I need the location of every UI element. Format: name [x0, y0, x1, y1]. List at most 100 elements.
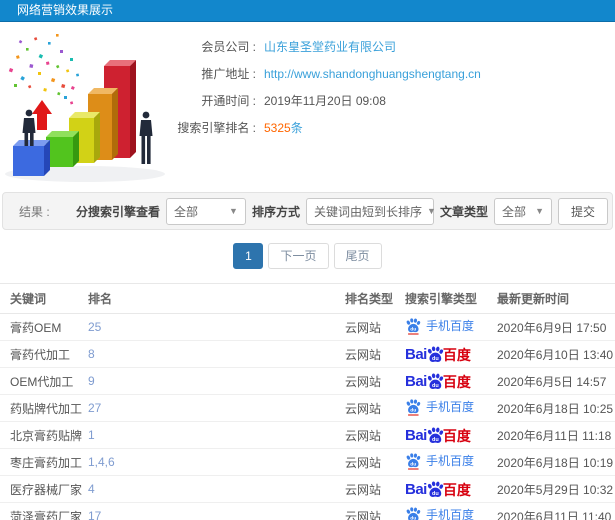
businessman-right: [139, 111, 153, 164]
baidu-paw-icon: du: [427, 373, 443, 389]
svg-text:du: du: [432, 491, 439, 497]
svg-text:du: du: [410, 407, 416, 413]
baidu-logo-hanzi: 百度: [442, 374, 471, 390]
result-label: 结果 :: [19, 204, 50, 219]
rank-count: 5325: [264, 121, 291, 135]
rank-link[interactable]: 8: [88, 347, 95, 361]
filter-bar: 结果 : 分搜索引擎查看 全部 ▼ 排序方式 关键词由短到长排序 ▼ 文章类型 …: [2, 192, 613, 230]
page-1-button[interactable]: 1: [233, 243, 264, 269]
engine-type-header: 搜索引擎类型: [405, 283, 497, 314]
company-link[interactable]: 山东皇圣堂药业有限公司: [264, 38, 615, 55]
svg-text:du: du: [410, 461, 416, 467]
svg-text:du: du: [432, 383, 439, 389]
table-row: OEM代加工 9 云网站 Bai du 百度 2020年6月5日 14:57: [0, 367, 615, 395]
mobile-baidu-badge: du 手机百度: [405, 452, 474, 470]
growth-chart-image: [5, 34, 165, 182]
keyword-cell: 菏泽膏药厂家: [0, 502, 88, 520]
open-time-row: 开通时间 : 2019年11月20日 09:08: [172, 92, 615, 109]
promo-url-link[interactable]: http://www.shandonghuangshengtang.cn: [264, 67, 615, 81]
rank-link[interactable]: 17: [88, 509, 101, 520]
results-table: 关键词 排名 排名类型 搜索引擎类型 最新更新时间 膏药OEM 25 云网站 d…: [0, 283, 615, 520]
baidu-logo-badge: Bai du 百度: [405, 372, 471, 390]
rank-link[interactable]: 4: [88, 482, 95, 496]
company-row: 会员公司 : 山东皇圣堂药业有限公司: [172, 38, 615, 55]
rank-type-cell: 云网站: [345, 367, 405, 395]
rank-cell: 27: [88, 394, 345, 422]
chevron-down-icon: ▼: [535, 206, 544, 216]
confetti-dots: [8, 34, 80, 105]
rank-cell: 1,4,6: [88, 448, 345, 476]
filter-controls: 分搜索引擎查看 全部 ▼ 排序方式 关键词由短到长排序 ▼ 文章类型 全部 ▼ …: [75, 197, 608, 225]
next-page-button[interactable]: 下一页: [268, 243, 329, 269]
keyword-cell: 枣庄膏药加工: [0, 448, 88, 476]
table-row: 北京膏药贴牌 1 云网站 Bai du 百度 2020年6月11日 11:18: [0, 421, 615, 449]
rank-link[interactable]: 1,4,6: [88, 455, 115, 469]
rank-link[interactable]: 25: [88, 320, 101, 334]
mobile-baidu-label: 手机百度: [426, 319, 475, 333]
keyword-cell: 药贴牌代加工: [0, 394, 88, 422]
engine-cell: du 手机百度: [405, 502, 497, 520]
rank-type-cell: 云网站: [345, 313, 405, 341]
article-type-select[interactable]: 全部 ▼: [493, 197, 552, 225]
keyword-cell: 医疗器械厂家: [0, 475, 88, 503]
mobile-baidu-badge: du 手机百度: [405, 317, 474, 335]
mobile-baidu-label: 手机百度: [426, 508, 475, 520]
baidu-logo-badge: Bai du 百度: [405, 426, 471, 444]
update-time-cell: 2020年6月9日 17:50: [497, 313, 615, 341]
baidu-logo-latin: Bai: [405, 373, 427, 390]
rank-cell: 9: [88, 367, 345, 395]
engine-filter-value: 全部: [173, 204, 198, 219]
last-page-button[interactable]: 尾页: [333, 243, 382, 269]
rank-type-cell: 云网站: [345, 421, 405, 449]
mobile-baidu-badge: du 手机百度: [405, 398, 474, 416]
engine-filter-select[interactable]: 全部 ▼: [165, 197, 246, 225]
rank-cell: 8: [88, 340, 345, 368]
rank-cell: 17: [88, 502, 345, 520]
engine-cell: du 手机百度: [405, 448, 497, 476]
baidu-logo-badge: Bai du 百度: [405, 480, 471, 498]
keyword-cell: OEM代加工: [0, 367, 88, 395]
baidu-paw-icon: du: [427, 481, 443, 497]
engine-rank-row: 搜索引擎排名 : 5325条: [172, 119, 615, 136]
update-time-cell: 2020年6月11日 11:18: [497, 421, 615, 449]
keyword-header: 关键词: [0, 283, 88, 314]
mobile-baidu-label: 手机百度: [426, 454, 475, 468]
sort-select[interactable]: 关键词由短到长排序 ▼: [305, 197, 436, 225]
engine-cell: du 手机百度: [405, 394, 497, 422]
rank-cell: 25: [88, 313, 345, 341]
engine-cell: Bai du 百度: [405, 421, 497, 449]
rank-cell: 1: [88, 421, 345, 449]
rank-cell: 4: [88, 475, 345, 503]
engine-rank-value[interactable]: 5325条: [264, 119, 615, 136]
table-row: 药贴牌代加工 27 云网站 du 手机百度 2020年6月18日 10:25: [0, 394, 615, 422]
baidu-logo-badge: Bai du 百度: [405, 345, 471, 363]
baidu-logo-latin: Bai: [405, 346, 427, 363]
rank-type-header: 排名类型: [345, 283, 405, 314]
rank-link[interactable]: 9: [88, 374, 95, 388]
svg-text:du: du: [432, 356, 439, 362]
keyword-cell: 北京膏药贴牌: [0, 421, 88, 449]
table-row: 菏泽膏药厂家 17 云网站 du 手机百度 2020年6月11日 11:40: [0, 502, 615, 520]
table-row: 膏药OEM 25 云网站 du 手机百度 2020年6月9日 17:50: [0, 313, 615, 341]
update-time-cell: 2020年6月5日 14:57: [497, 367, 615, 395]
chevron-down-icon: ▼: [426, 206, 436, 216]
rank-type-cell: 云网站: [345, 340, 405, 368]
rank-link[interactable]: 27: [88, 401, 101, 415]
rank-type-cell: 云网站: [345, 502, 405, 520]
baidu-paw-icon: du: [406, 317, 421, 335]
keyword-cell: 膏药代加工: [0, 340, 88, 368]
rank-link[interactable]: 1: [88, 428, 95, 442]
engine-cell: Bai du 百度: [405, 367, 497, 395]
submit-button[interactable]: 提交: [557, 197, 608, 225]
table-row: 膏药代加工 8 云网站 Bai du 百度 2020年6月10日 13:40: [0, 340, 615, 368]
open-time-value: 2019年11月20日 09:08: [264, 94, 386, 108]
engine-cell: Bai du 百度: [405, 340, 497, 368]
rank-type-cell: 云网站: [345, 448, 405, 476]
account-info-section: 会员公司 : 山东皇圣堂药业有限公司 推广地址 : http://www.sha…: [0, 22, 615, 190]
engine-filter-label: 分搜索引擎查看: [75, 204, 160, 219]
chevron-down-icon: ▼: [229, 206, 238, 216]
mobile-baidu-label: 手机百度: [426, 400, 475, 414]
svg-text:du: du: [410, 326, 416, 332]
article-type-value: 全部: [501, 204, 526, 219]
sort-label: 排序方式: [251, 204, 300, 219]
